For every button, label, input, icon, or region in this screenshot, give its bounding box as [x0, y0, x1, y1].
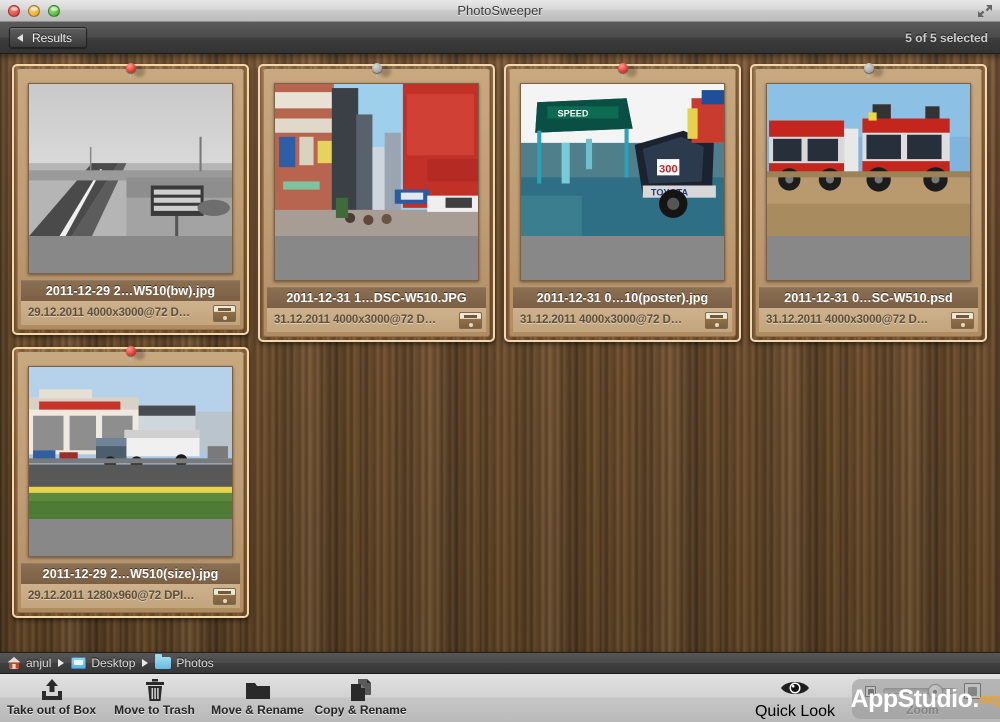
breadcrumb-label: Desktop — [91, 656, 136, 670]
photo-filename: 2011-12-29 2…W510(size).jpg — [21, 563, 240, 584]
photo-board: 2011-12-29 2…W510(bw).jpg 29.12.2011 400… — [0, 54, 1000, 652]
breadcrumb-label: anjul — [26, 656, 52, 670]
zoom-row — [864, 683, 981, 699]
small-thumbnail-icon[interactable] — [864, 685, 876, 697]
photo-metadata: 31.12.2011 4000x3000@72 D… — [513, 308, 732, 332]
photo-card-inner: 2011-12-29 2…W510(bw).jpg 29.12.2011 400… — [17, 63, 244, 330]
folder-icon — [155, 654, 172, 669]
move-and-rename-label: Move & Rename — [211, 703, 304, 717]
photo-thumbnail[interactable]: SPEED 300 TOYOTA — [520, 83, 725, 281]
photo-card-inner: 2011-12-31 1…DSC-W510.JPG 31.12.2011 400… — [263, 63, 490, 337]
back-to-results-button[interactable]: Results — [9, 27, 88, 48]
breadcrumb-item-anjul[interactable]: anjul — [7, 656, 51, 670]
photo-card[interactable]: 2011-12-31 0…SC-W510.psd 31.12.2011 4000… — [750, 63, 987, 342]
copy-and-rename-label: Copy & Rename — [314, 703, 407, 717]
chevron-right-icon — [142, 659, 149, 667]
take-out-of-box-icon — [39, 677, 65, 702]
photo-thumbnail[interactable] — [766, 83, 971, 281]
home-icon — [7, 656, 21, 670]
move-to-trash-button[interactable]: Move to Trash — [103, 674, 206, 717]
photo-metadata: 31.12.2011 4000x3000@72 D… — [759, 308, 978, 332]
box-icon[interactable] — [213, 587, 236, 605]
copy-and-rename-button[interactable]: Copy & Rename — [309, 674, 412, 717]
take-out-of-box-label: Take out of Box — [6, 703, 97, 717]
photo-filename: 2011-12-29 2…W510(bw).jpg — [21, 280, 240, 301]
quick-look-label: Quick Look — [754, 703, 836, 720]
pushpin-icon — [863, 63, 883, 78]
window-controls — [8, 4, 60, 17]
pushpin-icon — [125, 63, 145, 78]
fullscreen-arrows-icon[interactable] — [976, 3, 994, 19]
breadcrumb-item-desktop[interactable]: Desktop — [71, 656, 135, 670]
maximize-button[interactable] — [48, 4, 60, 17]
photosweeper-window: PhotoSweeper Results 5 of 5 selected 201… — [0, 0, 1000, 722]
desktop-icon — [71, 657, 87, 669]
top-toolbar: Results 5 of 5 selected — [0, 22, 1000, 54]
copy-pages-icon — [349, 677, 373, 702]
zoom-label: Zoom — [906, 703, 939, 717]
title-bar: PhotoSweeper — [0, 0, 1000, 22]
photo-thumbnail[interactable] — [28, 366, 233, 557]
photo-metadata-text: 31.12.2011 4000x3000@72 D… — [520, 314, 683, 326]
photo-filename: 2011-12-31 1…DSC-W510.JPG — [267, 287, 486, 308]
photo-card[interactable]: 2011-12-29 2…W510(size).jpg 29.12.2011 1… — [12, 346, 249, 618]
move-and-rename-button[interactable]: Move & Rename — [206, 674, 309, 717]
photo-metadata: 29.12.2011 1280x960@72 DPI… — [21, 584, 240, 608]
pushpin-icon — [125, 346, 145, 361]
zoom-slider[interactable] — [882, 684, 957, 699]
take-out-of-box-button[interactable]: Take out of Box — [0, 674, 103, 717]
trash-icon — [144, 677, 166, 702]
svg-text:300: 300 — [659, 163, 678, 175]
box-icon[interactable] — [705, 311, 728, 329]
large-thumbnail-icon[interactable] — [963, 683, 981, 699]
photo-metadata-text: 31.12.2011 4000x3000@72 D… — [274, 314, 437, 326]
photo-card[interactable]: 2011-12-29 2…W510(bw).jpg 29.12.2011 400… — [12, 63, 249, 335]
photo-card[interactable]: SPEED 300 TOYOTA — [504, 63, 741, 342]
chevron-right-icon — [58, 659, 65, 667]
breadcrumb-item-photos[interactable]: Photos — [155, 654, 214, 670]
selection-status: 5 of 5 selected — [905, 30, 988, 45]
quick-look-button[interactable]: Quick Look — [745, 674, 845, 721]
photo-card-inner: 2011-12-31 0…SC-W510.psd 31.12.2011 4000… — [755, 63, 982, 337]
photo-metadata-text: 29.12.2011 4000x3000@72 D… — [28, 307, 191, 319]
photo-card-inner: SPEED 300 TOYOTA — [509, 63, 736, 337]
move-to-trash-label: Move to Trash — [114, 703, 195, 717]
pushpin-icon — [371, 63, 391, 78]
back-button-label: Results — [32, 30, 73, 45]
box-icon[interactable] — [951, 311, 974, 329]
photo-card[interactable]: 2011-12-31 1…DSC-W510.JPG 31.12.2011 400… — [258, 63, 495, 342]
photo-metadata: 29.12.2011 4000x3000@72 D… — [21, 301, 240, 325]
zoom-slider-knob[interactable] — [927, 684, 943, 699]
box-icon[interactable] — [459, 311, 482, 329]
photo-thumbnail[interactable] — [28, 83, 233, 274]
zoom-control: Zoom — [845, 674, 1000, 717]
box-icon[interactable] — [213, 304, 236, 322]
photo-card-inner: 2011-12-29 2…W510(size).jpg 29.12.2011 1… — [17, 346, 244, 613]
photo-filename: 2011-12-31 0…10(poster).jpg — [513, 287, 732, 308]
breadcrumb-label: Photos — [176, 656, 214, 670]
breadcrumb: anjul Desktop Photos — [0, 652, 1000, 674]
photo-metadata-text: 29.12.2011 1280x960@72 DPI… — [28, 590, 195, 602]
eye-icon — [780, 678, 810, 703]
window-title: PhotoSweeper — [457, 2, 543, 18]
folder-move-icon — [245, 677, 271, 702]
pushpin-icon — [617, 63, 637, 78]
close-button[interactable] — [8, 4, 20, 17]
svg-text:SPEED: SPEED — [558, 108, 589, 118]
photo-metadata: 31.12.2011 4000x3000@72 D… — [267, 308, 486, 332]
minimize-button[interactable] — [28, 4, 40, 17]
photo-thumbnail[interactable] — [274, 83, 479, 281]
photo-filename: 2011-12-31 0…SC-W510.psd — [759, 287, 978, 308]
bottom-toolbar: Take out of Box Move to Trash Move & Ren… — [0, 674, 1000, 722]
photo-metadata-text: 31.12.2011 4000x3000@72 D… — [766, 314, 929, 326]
